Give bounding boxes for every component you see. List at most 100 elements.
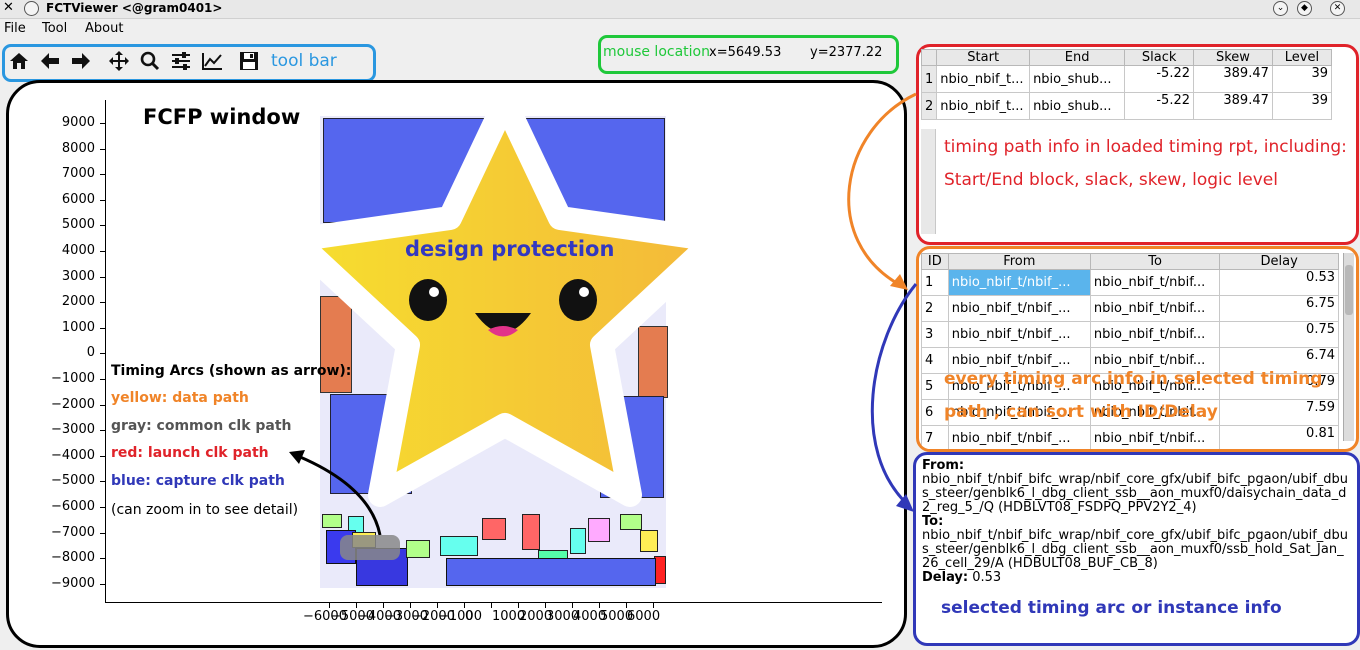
table-row[interactable]: 1 nbio_nbif_t... nbio_shub... -5.22 389.47 39 — [920, 65, 1333, 93]
close-icon[interactable]: ✕ — [1330, 1, 1345, 16]
arc-panel-annotation-2: path , can sort with ID/Delay — [944, 402, 1218, 422]
cell-to[interactable]: nbio_nbif_t/nbif... — [1089, 295, 1221, 322]
design-protection-label: design protection — [405, 237, 615, 261]
y-tick-mark — [100, 532, 105, 534]
column-header-from[interactable]: From — [947, 253, 1091, 270]
menu-file[interactable]: File — [4, 21, 26, 36]
legend-item: gray: common clk path — [111, 417, 292, 434]
y-tick-label: 6000 — [61, 191, 95, 207]
column-header-delay[interactable]: Delay — [1219, 253, 1339, 270]
x-tick-mark — [437, 603, 438, 608]
cell-start[interactable]: nbio_nbif_t... — [936, 92, 1031, 120]
save-icon[interactable] — [238, 51, 260, 71]
edit-axes-icon[interactable] — [201, 51, 223, 71]
arc-info-text: From: nbio_nbif_t/nbif_bifc_wrap/nbif_co… — [922, 459, 1350, 585]
legend-arrow-icon — [289, 450, 382, 536]
y-tick-mark — [100, 507, 105, 508]
close-window-icon[interactable]: ✕ — [3, 0, 14, 15]
row-number[interactable]: 2 — [920, 92, 938, 120]
cell-delay[interactable]: 6.75 — [1219, 295, 1339, 322]
arc-table-scrollbar[interactable] — [1343, 253, 1354, 441]
timing-arc-highlight — [340, 535, 400, 560]
column-header-skew[interactable]: Skew — [1193, 49, 1273, 66]
x-tick-mark — [572, 603, 573, 608]
menu-about[interactable]: About — [85, 21, 123, 36]
scrollbar-thumb[interactable] — [1345, 265, 1353, 315]
y-tick-label: −6000 — [51, 499, 95, 514]
cell-id[interactable]: 3 — [921, 321, 949, 348]
x-tick-mark — [518, 603, 519, 608]
home-icon[interactable] — [8, 51, 30, 71]
forward-arrow-icon[interactable] — [70, 51, 92, 71]
y-tick-mark — [100, 327, 105, 329]
y-tick-mark — [100, 558, 105, 560]
cell-from[interactable]: nbio_nbif_t/nbif_... — [947, 425, 1091, 449]
arc-panel-annotation-1: every timing arc info in selected timing — [944, 369, 1323, 389]
zoom-icon[interactable] — [139, 51, 161, 71]
pan-icon[interactable] — [108, 51, 130, 71]
table-row[interactable]: 1 nbio_nbif_t/nbif_... nbio_nbif_t/nbif...… — [921, 269, 1339, 296]
toolbar-annotation: tool bar — [271, 51, 337, 71]
y-tick-label: 5000 — [61, 217, 95, 233]
y-tick-label: 2000 — [61, 294, 95, 310]
legend-item: blue: capture clk path — [111, 472, 285, 489]
back-arrow-icon[interactable] — [39, 51, 61, 71]
menu-tool[interactable]: Tool — [42, 21, 67, 36]
cell-slack[interactable]: -5.22 — [1124, 92, 1194, 120]
cell-end[interactable]: nbio_shub... — [1029, 92, 1126, 120]
cell-from[interactable]: nbio_nbif_t/nbif_... — [947, 295, 1091, 322]
table-row[interactable]: 2 nbio_nbif_t/nbif_... nbio_nbif_t/nbif...… — [921, 295, 1339, 322]
cell-to[interactable]: nbio_nbif_t/nbif... — [1089, 321, 1221, 348]
table-row[interactable]: 2 nbio_nbif_t... nbio_shub... -5.22 389.47 39 — [920, 92, 1333, 120]
column-header-id[interactable]: ID — [921, 253, 949, 270]
timing-arc-table: ID From To Delay 1 nbio_nbif_t/nbif_... nb… — [921, 253, 1339, 449]
cell-start[interactable]: nbio_nbif_t... — [936, 65, 1031, 93]
cell-skew[interactable]: 389.47 — [1193, 92, 1273, 120]
cell-to[interactable]: nbio_nbif_t/nbif... — [1089, 425, 1221, 449]
cell-id[interactable]: 1 — [921, 269, 949, 296]
x-tick-label: 0 — [465, 609, 474, 624]
from-value: nbio_nbif_t/nbif_bifc_wrap/nbif_core_gfx… — [922, 472, 1349, 515]
cell-delay[interactable]: 0.53 — [1219, 269, 1339, 296]
y-tick-mark — [100, 481, 105, 483]
column-header-to[interactable]: To — [1089, 253, 1221, 270]
cell-end[interactable]: nbio_shub... — [1029, 65, 1126, 93]
table-row[interactable]: 7 nbio_nbif_t/nbif_... nbio_nbif_t/nbif...… — [921, 425, 1339, 449]
column-header-end[interactable]: End — [1029, 49, 1126, 66]
cell-delay[interactable]: 7.59 — [1219, 399, 1339, 426]
column-header-level[interactable]: Level — [1271, 49, 1333, 66]
y-tick-label: −9000 — [51, 575, 95, 591]
table-row[interactable]: 3 nbio_nbif_t/nbif_... nbio_nbif_t/nbif...… — [921, 321, 1339, 348]
y-tick-label: −7000 — [51, 524, 95, 540]
column-header-slack[interactable]: Slack — [1124, 49, 1194, 66]
cell-skew[interactable]: 389.47 — [1193, 65, 1273, 93]
x-tick-mark — [599, 603, 600, 608]
cell-delay[interactable]: 0.75 — [1219, 321, 1339, 348]
cell-level[interactable]: 39 — [1271, 92, 1333, 120]
window-menu-icon[interactable] — [24, 1, 39, 16]
y-tick-mark — [100, 583, 105, 585]
y-tick-mark — [100, 404, 105, 406]
y-tick-label: −2000 — [51, 396, 95, 412]
to-label: To: — [922, 514, 944, 529]
cell-to[interactable]: nbio_nbif_t/nbif... — [1089, 269, 1221, 296]
cell-level[interactable]: 39 — [1271, 65, 1333, 93]
cell-from[interactable]: nbio_nbif_t/nbif_... — [947, 269, 1091, 296]
column-header-start[interactable]: Start — [936, 49, 1031, 66]
mouse-y-readout: y=2377.22 — [810, 45, 883, 60]
y-tick-label: −4000 — [51, 447, 95, 463]
row-header-strip — [921, 129, 936, 234]
timing-path-panel: Start End Slack Skew Level 1 nbio_nbif_t.… — [916, 44, 1359, 245]
row-number[interactable]: 1 — [920, 65, 938, 93]
blue-connector-arrow-icon — [870, 283, 918, 512]
cell-delay[interactable]: 0.81 — [1219, 425, 1339, 449]
configure-icon[interactable] — [170, 51, 192, 71]
path-panel-annotation-2: Start/End block, slack, skew, logic leve… — [944, 170, 1278, 190]
cell-slack[interactable]: -5.22 — [1124, 65, 1194, 93]
maximize-icon[interactable]: ◆ — [1297, 1, 1312, 16]
cell-from[interactable]: nbio_nbif_t/nbif_... — [947, 321, 1091, 348]
cell-id[interactable]: 7 — [921, 425, 949, 449]
cell-id[interactable]: 2 — [921, 295, 949, 322]
minimize-icon[interactable]: ⌄ — [1273, 1, 1288, 16]
window-title: FCTViewer <@gram0401> — [46, 1, 223, 15]
